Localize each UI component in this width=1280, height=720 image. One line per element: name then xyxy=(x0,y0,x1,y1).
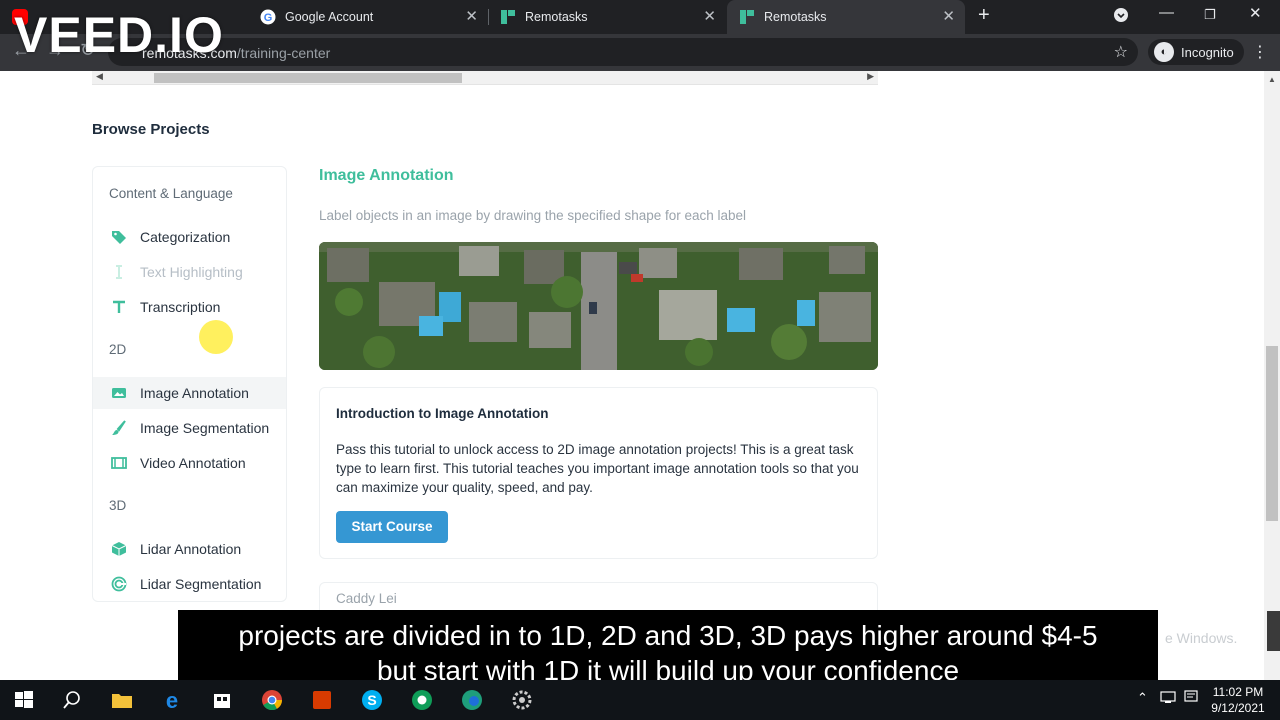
course-author: Caddy Lei xyxy=(336,591,397,606)
clock-time: 11:02 PM xyxy=(1212,685,1264,699)
tab-remotasks-2[interactable]: Remotasks ✕ xyxy=(727,0,965,34)
skype-icon[interactable]: S xyxy=(360,688,384,712)
image-icon xyxy=(111,385,127,401)
scroll-down-arrow-icon[interactable] xyxy=(1267,611,1280,651)
address-bar[interactable]: remotasks.com/training-center ☆ xyxy=(108,38,1138,66)
sidebar-item-lidar-annotation[interactable]: Lidar Annotation xyxy=(93,533,286,565)
section-description: Label objects in an image by drawing the… xyxy=(319,208,747,223)
start-course-button[interactable]: Start Course xyxy=(336,511,448,543)
svg-text:S: S xyxy=(367,692,376,708)
sidebar-item-label: Image Annotation xyxy=(140,385,249,401)
cursor-highlight xyxy=(199,320,233,354)
activate-windows-watermark: e Windows. xyxy=(1165,630,1238,646)
google-favicon-icon: G xyxy=(260,9,276,25)
clock-date: 9/12/2021 xyxy=(1211,701,1265,715)
scroll-left-arrow-icon[interactable]: ◀ xyxy=(96,71,103,82)
close-tab-icon[interactable]: ✕ xyxy=(465,9,478,25)
horizontal-scrollbar[interactable]: ◀ ▶ xyxy=(92,71,878,85)
incognito-icon: ◐ xyxy=(1154,42,1174,62)
close-tab-icon[interactable]: ✕ xyxy=(703,9,716,25)
tab-title: Remotasks xyxy=(764,10,827,24)
vertical-scrollbar[interactable]: ▲ xyxy=(1264,71,1280,680)
sidebar-item-lidar-segmentation[interactable]: Lidar Segmentation xyxy=(93,568,286,600)
tab-title: Remotasks xyxy=(525,10,588,24)
svg-text:G: G xyxy=(264,12,273,24)
browser-menu-icon[interactable]: ⋮ xyxy=(1252,42,1268,62)
office-app-icon[interactable] xyxy=(310,688,334,712)
edge-app-icon[interactable] xyxy=(460,688,484,712)
sidebar-item-label: Image Segmentation xyxy=(140,420,270,436)
sidebar-item-video-annotation[interactable]: Video Annotation xyxy=(93,447,286,479)
group-label-content-language: Content & Language xyxy=(109,186,233,201)
scroll-right-arrow-icon[interactable]: ▶ xyxy=(867,71,874,82)
sidebar-item-label: Lidar Segmentation xyxy=(140,576,262,592)
film-icon xyxy=(111,455,127,471)
chrome-icon[interactable] xyxy=(260,688,284,712)
remotasks-favicon-icon xyxy=(739,9,755,25)
tab-google-account[interactable]: G Google Account ✕ xyxy=(248,0,488,34)
text-cursor-icon xyxy=(111,264,127,280)
sidebar-item-text-highlighting[interactable]: Text Highlighting xyxy=(93,256,286,288)
tray-chevron-icon[interactable]: ⌃ xyxy=(1137,690,1148,706)
scroll-up-arrow-icon[interactable]: ▲ xyxy=(1268,75,1276,84)
sidebar-item-label: Categorization xyxy=(140,229,231,245)
aerial-houses-image xyxy=(319,242,878,370)
new-tab-plus-icon[interactable]: + xyxy=(978,4,990,27)
text-icon xyxy=(111,299,127,315)
sidebar-item-label: Text Highlighting xyxy=(140,264,243,280)
network-icon[interactable] xyxy=(1160,690,1176,707)
search-icon[interactable] xyxy=(60,688,84,712)
windows-start-icon[interactable] xyxy=(12,688,36,712)
clock[interactable]: 11:02 PM 9/12/2021 xyxy=(1208,684,1268,716)
restore-icon[interactable]: ❐ xyxy=(1204,7,1216,23)
minimize-icon[interactable]: — xyxy=(1159,4,1174,21)
group-label-3d: 3D xyxy=(109,498,127,513)
notification-icon[interactable] xyxy=(1184,690,1198,707)
cube-icon xyxy=(111,541,127,557)
sidebar-item-label: Transcription xyxy=(140,299,221,315)
course-description: Pass this tutorial to unlock access to 2… xyxy=(336,442,859,495)
caption-line-1: projects are divided in to 1D, 2D and 3D… xyxy=(238,620,1098,651)
chrome-app-icon[interactable] xyxy=(410,688,434,712)
store-icon[interactable] xyxy=(210,688,234,712)
remotasks-favicon-icon xyxy=(500,9,516,25)
section-heading: Image Annotation xyxy=(319,167,454,184)
project-sidebar: Content & Language Categorization Text H… xyxy=(92,166,287,602)
course-card: Introduction to Image Annotation Pass th… xyxy=(319,387,878,559)
sidebar-item-image-annotation[interactable]: Image Annotation xyxy=(93,377,286,409)
file-explorer-icon[interactable] xyxy=(110,688,134,712)
close-window-icon[interactable]: ✕ xyxy=(1249,4,1262,22)
page-content: ◀ ▶ Browse Projects Content & Language C… xyxy=(0,71,1264,680)
brush-icon xyxy=(111,420,127,436)
sidebar-item-image-segmentation[interactable]: Image Segmentation xyxy=(93,412,286,444)
sidebar-item-label: Lidar Annotation xyxy=(140,541,242,557)
settings-gear-icon[interactable] xyxy=(510,688,534,712)
tab-search-icon[interactable] xyxy=(1114,8,1128,26)
sidebar-item-label: Video Annotation xyxy=(140,455,246,471)
incognito-label: Incognito xyxy=(1181,44,1234,60)
sidebar-item-transcription[interactable]: Transcription xyxy=(93,291,286,323)
tag-icon xyxy=(111,229,127,245)
tab-remotasks-1[interactable]: Remotasks ✕ xyxy=(488,0,726,34)
veed-watermark: VEED.IO xyxy=(14,7,224,63)
svg-text:e: e xyxy=(166,688,178,712)
sidebar-item-categorization[interactable]: Categorization xyxy=(93,221,286,253)
edge-browser-icon[interactable]: e xyxy=(160,688,184,713)
windows-taskbar: e S ⌃ 11:02 PM 9/12/2021 xyxy=(0,680,1280,720)
group-label-2d: 2D xyxy=(109,342,127,357)
tab-title: Google Account xyxy=(285,10,374,24)
radar-icon xyxy=(111,576,127,592)
course-title: Introduction to Image Annotation xyxy=(336,406,549,421)
vertical-scroll-thumb[interactable] xyxy=(1266,346,1278,521)
incognito-badge[interactable]: ◐ Incognito xyxy=(1148,39,1244,65)
bookmark-star-icon[interactable]: ☆ xyxy=(1114,42,1128,62)
close-tab-icon[interactable]: ✕ xyxy=(942,9,955,25)
horizontal-scroll-thumb[interactable] xyxy=(154,73,462,83)
page-title: Browse Projects xyxy=(92,121,210,138)
